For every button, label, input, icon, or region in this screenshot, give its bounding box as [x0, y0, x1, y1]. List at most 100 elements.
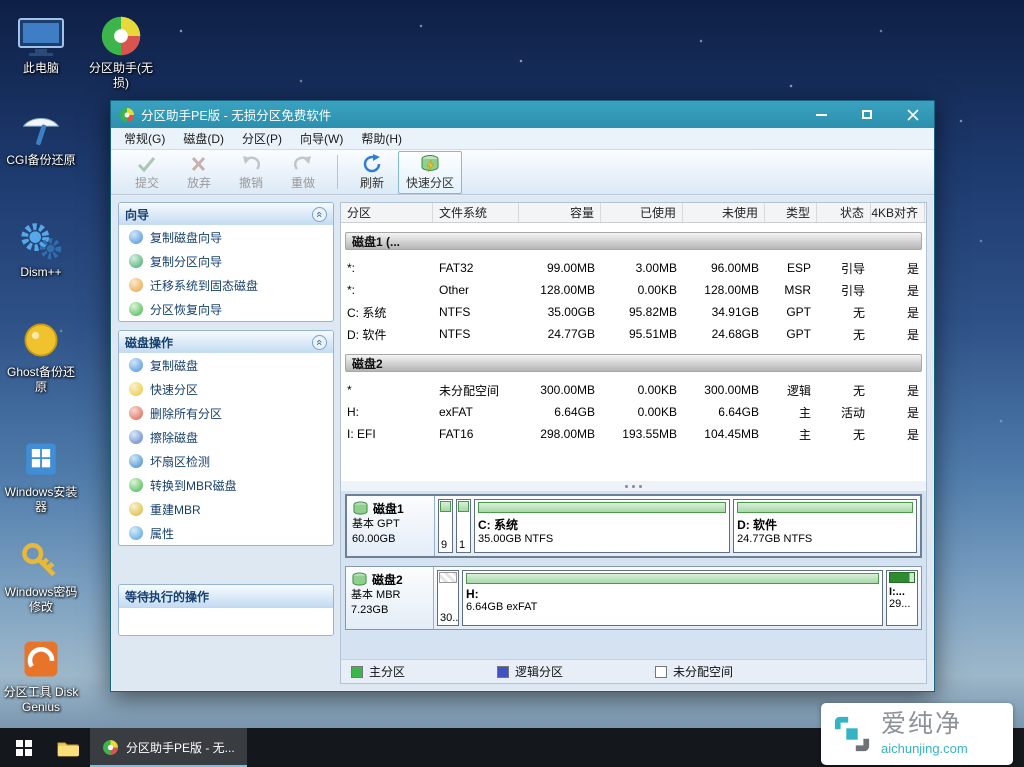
col-capacity[interactable]: 容量 — [519, 203, 601, 222]
quick-partition-icon — [129, 382, 143, 396]
usage-bar — [737, 502, 913, 513]
minimize-button[interactable] — [808, 105, 834, 124]
disk2-info[interactable]: 磁盘2 基本 MBR 7.23GB — [346, 567, 434, 629]
cell-unused: 34.91GB — [683, 305, 765, 319]
table-row[interactable]: D: 软件 NTFS 24.77GB 95.51MB 24.68GB GPT 无… — [341, 323, 926, 345]
menubar: 常规(G) 磁盘(D) 分区(P) 向导(W) 帮助(H) — [111, 128, 934, 150]
cell-used: 0.00KB — [601, 383, 683, 397]
desktop-icon-password-reset[interactable]: Windows密码修改 — [2, 532, 80, 615]
copy-partition-wizard-icon — [129, 254, 143, 268]
sidebar-item-wipe-disk[interactable]: 擦除磁盘 — [119, 425, 333, 449]
bad-sector-check-icon — [129, 454, 143, 468]
wizard-panel-header[interactable]: 向导 « — [119, 203, 333, 225]
maximize-button[interactable] — [854, 105, 880, 124]
disk2-group-header[interactable]: 磁盘2 — [345, 354, 922, 372]
refresh-button[interactable]: 刷新 — [346, 154, 398, 191]
close-button[interactable] — [900, 105, 926, 124]
disk1-block: 磁盘1 基本 GPT 60.00GB 9 1 — [345, 494, 922, 558]
sidebar-item-convert-to-mbr[interactable]: 转换到MBR磁盘 — [119, 473, 333, 497]
app-icon — [119, 107, 135, 123]
disk1-info[interactable]: 磁盘1 基本 GPT 60.00GB — [347, 496, 435, 556]
cell-partition: * — [341, 383, 433, 397]
sidebar-item-copy-disk-wizard[interactable]: 复制磁盘向导 — [119, 225, 333, 249]
sidebar-item-partition-recovery[interactable]: 分区恢复向导 — [119, 297, 333, 321]
table-row[interactable]: H: exFAT 6.64GB 0.00KB 6.64GB 主 活动 是 — [341, 401, 926, 423]
menu-wizard[interactable]: 向导(W) — [291, 127, 352, 150]
sidebar-item-bad-sector-check[interactable]: 坏扇区检测 — [119, 449, 333, 473]
partition-msr[interactable]: 1 — [456, 499, 471, 553]
disk-map: 磁盘1 基本 GPT 60.00GB 9 1 — [341, 491, 926, 659]
menu-disk[interactable]: 磁盘(D) — [174, 127, 233, 150]
sidebar-item-quick-partition[interactable]: 快速分区 — [119, 377, 333, 401]
col-status[interactable]: 状态 — [817, 203, 871, 222]
cell-status: 无 — [817, 426, 871, 443]
window-body: 向导 « 复制磁盘向导 复制分区向导 迁移系统到固态磁盘 分区恢复向 — [112, 196, 933, 690]
sidebar-item-delete-all-partitions[interactable]: 删除所有分区 — [119, 401, 333, 425]
table-row[interactable]: I: EFI FAT16 298.00MB 193.55MB 104.45MB … — [341, 423, 926, 445]
table-row[interactable]: *: Other 128.00MB 0.00KB 128.00MB MSR 引导… — [341, 279, 926, 301]
menu-partition[interactable]: 分区(P) — [233, 127, 291, 150]
desktop-icon-partition-assistant[interactable]: 分区助手(无损) — [82, 8, 160, 91]
menu-help[interactable]: 帮助(H) — [352, 127, 411, 150]
cell-capacity: 99.00MB — [519, 261, 601, 275]
table-row[interactable]: *: FAT32 99.00MB 3.00MB 96.00MB ESP 引导 是 — [341, 257, 926, 279]
desktop-icon-this-pc[interactable]: 此电脑 — [2, 8, 80, 76]
col-type[interactable]: 类型 — [765, 203, 817, 222]
sidebar-item-copy-partition-wizard[interactable]: 复制分区向导 — [119, 249, 333, 273]
partition-i[interactable]: I:... 29... — [886, 570, 918, 626]
delete-partitions-icon — [129, 406, 143, 420]
partition-c[interactable]: C: 系统 35.00GB NTFS — [474, 499, 730, 553]
disk-ops-panel-header[interactable]: 磁盘操作 « — [119, 331, 333, 353]
disk1-group-header[interactable]: 磁盘1 (... — [345, 232, 922, 250]
partition-d[interactable]: D: 软件 24.77GB NTFS — [733, 499, 917, 553]
pending-operations-header[interactable]: 等待执行的操作 — [119, 585, 333, 607]
titlebar[interactable]: 分区助手PE版 - 无损分区免费软件 — [111, 101, 934, 128]
sidebar-item-migrate-os[interactable]: 迁移系统到固态磁盘 — [119, 273, 333, 297]
table-row[interactable]: C: 系统 NTFS 35.00GB 95.82MB 34.91GB GPT 无… — [341, 301, 926, 323]
refresh-icon — [361, 154, 383, 174]
commit-button[interactable]: 提交 — [121, 154, 173, 191]
col-used[interactable]: 已使用 — [601, 203, 683, 222]
sidebar-item-properties[interactable]: 属性 — [119, 521, 333, 545]
redo-button[interactable]: 重做 — [277, 154, 329, 191]
table-row[interactable]: * 未分配空间 300.00MB 0.00KB 300.00MB 逻辑 无 是 — [341, 379, 926, 401]
cell-used: 193.55MB — [601, 427, 683, 441]
quick-partition-button[interactable]: 快速分区 — [398, 151, 462, 194]
usage-bar — [466, 573, 879, 584]
sidebar-item-rebuild-mbr[interactable]: 重建MBR — [119, 497, 333, 521]
discard-button[interactable]: 放弃 — [173, 154, 225, 191]
cell-unused: 300.00MB — [683, 383, 765, 397]
collapse-chevron-icon[interactable]: « — [312, 207, 327, 222]
undo-arrow-icon — [240, 154, 262, 174]
desktop-icon-ghost-backup[interactable]: Ghost备份还原 — [2, 312, 80, 395]
menu-general[interactable]: 常规(G) — [115, 127, 174, 150]
copy-disk-icon — [129, 358, 143, 372]
partition-unallocated[interactable]: 30... — [437, 570, 459, 626]
undo-button[interactable]: 撤销 — [225, 154, 277, 191]
window-title: 分区助手PE版 - 无损分区免费软件 — [141, 105, 788, 124]
aichunjing-watermark: 爱纯净 aichunjing.com — [821, 703, 1013, 765]
taskbar-app-partition-assistant[interactable]: 分区助手PE版 - 无... — [90, 728, 247, 767]
cell-type: 逻辑 — [765, 382, 817, 399]
desktop-icon-diskgenius[interactable]: 分区工具 DiskGenius — [2, 632, 80, 715]
pending-operations-list[interactable] — [119, 607, 333, 635]
desktop-icon-cgi-backup[interactable]: CGI备份还原 — [2, 100, 80, 168]
col-4kb-aligned[interactable]: 4KB对齐 — [871, 203, 925, 222]
desktop-icon-windows-installer[interactable]: Windows安装器 — [2, 432, 80, 515]
start-button[interactable] — [0, 728, 47, 767]
col-filesystem[interactable]: 文件系统 — [433, 203, 519, 222]
collapse-chevron-icon[interactable]: « — [312, 335, 327, 350]
cell-used: 0.00KB — [601, 283, 683, 297]
diskgenius-icon — [2, 632, 80, 682]
cell-aligned: 是 — [871, 382, 925, 399]
wizard-panel: 向导 « 复制磁盘向导 复制分区向导 迁移系统到固态磁盘 分区恢复向 — [118, 202, 334, 322]
sidebar-item-copy-disk[interactable]: 复制磁盘 — [119, 353, 333, 377]
pane-splitter[interactable] — [341, 481, 926, 491]
partition-esp[interactable]: 9 — [438, 499, 453, 553]
desktop-icon-dism[interactable]: Dism++ — [2, 212, 80, 280]
col-partition[interactable]: 分区 — [341, 203, 433, 222]
partition-h[interactable]: H: 6.64GB exFAT — [462, 570, 883, 626]
migrate-os-icon — [129, 278, 143, 292]
file-explorer-button[interactable] — [47, 728, 88, 767]
col-unused[interactable]: 未使用 — [683, 203, 765, 222]
